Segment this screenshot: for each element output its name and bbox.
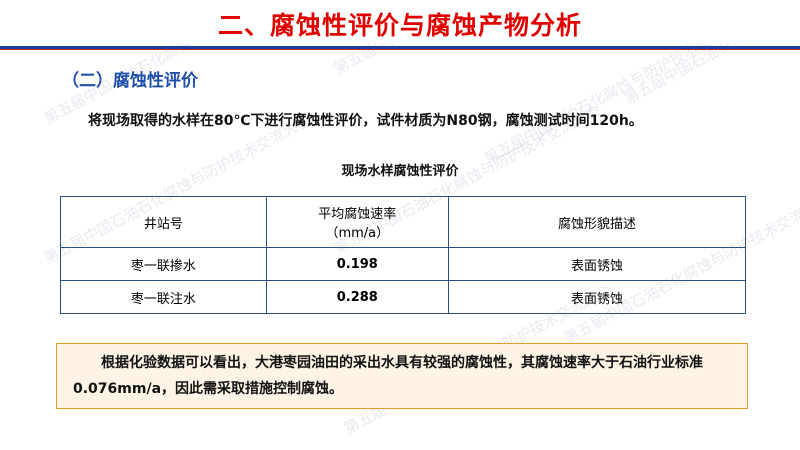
- section-subtitle: （二）腐蚀性评价: [62, 71, 198, 91]
- cell-rate: 0.198: [266, 247, 449, 281]
- cell-desc: 表面锈蚀: [448, 280, 747, 314]
- header-rate: 平均腐蚀速率 （mm/a）: [266, 196, 449, 248]
- header-rate-line2: （mm/a）: [325, 226, 390, 241]
- cell-desc: 表面锈蚀: [448, 247, 747, 281]
- slide: 第五届中国石油石化腐蚀与防护技术交流大会 第五届中国石油石化腐蚀与防护技术交流大…: [0, 0, 800, 450]
- header-well: 井站号: [60, 196, 267, 248]
- cell-well: 枣一联掺水: [60, 247, 267, 281]
- header-rate-line1: 平均腐蚀速率: [318, 207, 397, 222]
- header-desc: 腐蚀形貌描述: [448, 196, 747, 248]
- header-divider-accent: [0, 49, 800, 50]
- cell-well: 枣一联注水: [60, 280, 267, 314]
- table-header-row: 井站号 平均腐蚀速率 （mm/a） 腐蚀形貌描述: [60, 196, 747, 248]
- table-row: 枣一联注水 0.288 表面锈蚀: [60, 280, 747, 314]
- conclusion-text: 根据化验数据可以看出，大港枣园油田的采出水具有较强的腐蚀性，其腐蚀速率大于石油行…: [73, 355, 703, 397]
- corrosion-table: 井站号 平均腐蚀速率 （mm/a） 腐蚀形貌描述 枣一联掺水 0.198 表面锈…: [60, 196, 747, 314]
- conclusion-box: 根据化验数据可以看出，大港枣园油田的采出水具有较强的腐蚀性，其腐蚀速率大于石油行…: [56, 343, 748, 409]
- table-row: 枣一联掺水 0.198 表面锈蚀: [60, 247, 747, 281]
- cell-rate: 0.288: [266, 280, 449, 314]
- page-title: 二、腐蚀性评价与腐蚀产物分析: [217, 11, 582, 40]
- intro-text: 将现场取得的水样在80℃下进行腐蚀性评价，试件材质为N80钢，腐蚀测试时间120…: [88, 113, 643, 129]
- table-caption: 现场水样腐蚀性评价: [341, 164, 459, 179]
